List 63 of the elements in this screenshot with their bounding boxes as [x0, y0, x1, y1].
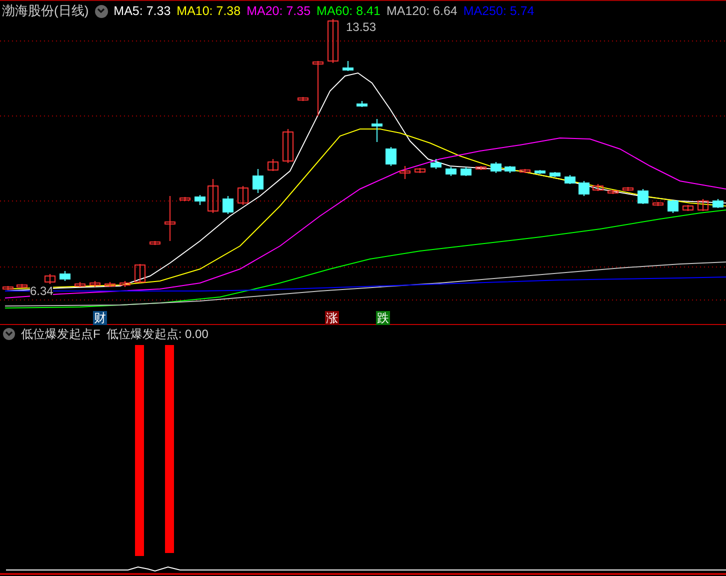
event-marker: 跌	[376, 311, 390, 325]
candlestick	[400, 166, 410, 180]
event-marker: 财	[93, 311, 107, 325]
candlestick	[682, 204, 694, 212]
candlestick	[578, 180, 590, 196]
candlestick	[476, 166, 486, 170]
event-marker: 涨	[325, 311, 339, 325]
candlestick	[60, 270, 70, 282]
candlestick	[622, 186, 634, 192]
candlestick	[134, 264, 146, 284]
candlestick	[74, 282, 86, 288]
indicator-reading: 低位爆发起点: 0.00	[106, 327, 208, 341]
candlestick	[104, 282, 116, 288]
low-price-label: 6.34	[30, 285, 54, 297]
candlestick	[386, 146, 396, 166]
candlestick	[668, 200, 678, 214]
candlestick	[16, 284, 28, 288]
candlestick	[460, 166, 472, 176]
moving-average-label: MA60: 8.41	[316, 3, 380, 20]
candlestick	[252, 168, 264, 194]
candlestick	[564, 174, 576, 184]
candlestick	[372, 118, 382, 142]
candlestick	[2, 286, 14, 290]
candlestick	[652, 202, 664, 206]
candlestick	[592, 184, 604, 192]
candlestick	[446, 166, 456, 176]
moving-average-label: MA120: 6.64	[386, 3, 458, 20]
candlestick	[520, 168, 530, 174]
candlestick	[698, 198, 708, 212]
candlestick	[194, 194, 206, 206]
moving-average-label: MA10: 7.38	[176, 3, 241, 20]
high-price-label: 13.53	[346, 21, 376, 33]
chart-title: 渤海股份(日线)	[2, 2, 89, 20]
dropdown-icon[interactable]	[94, 4, 108, 18]
candlestick	[282, 128, 294, 164]
indicator-name: 低位爆发起点F	[21, 327, 100, 341]
moving-average-label: MA5: 7.33	[114, 3, 171, 20]
candlestick	[712, 198, 724, 208]
candlestick	[414, 168, 426, 174]
candlestick	[180, 196, 190, 202]
candlestick	[534, 170, 546, 174]
moving-average-label: MA250: 5.74	[463, 3, 534, 20]
candlestick	[222, 196, 234, 214]
candlestick	[164, 196, 176, 242]
dropdown-icon[interactable]	[3, 328, 15, 340]
candlestick	[120, 280, 130, 288]
candlestick	[150, 240, 160, 246]
candlestick	[298, 96, 308, 102]
candlestick	[44, 274, 56, 284]
candlestick	[328, 18, 338, 64]
candlestick	[550, 172, 560, 178]
candlestick	[238, 186, 248, 206]
candlestick	[490, 162, 502, 174]
candlestick	[90, 280, 100, 288]
candlestick	[608, 190, 618, 194]
candlestick	[208, 178, 218, 214]
candlestick	[638, 188, 648, 204]
candlestick	[504, 166, 516, 174]
candlestick	[268, 158, 278, 172]
candlestick	[342, 60, 354, 72]
candlestick	[430, 158, 442, 170]
candlestick	[312, 60, 324, 116]
moving-average-label: MA20: 7.35	[246, 3, 311, 20]
